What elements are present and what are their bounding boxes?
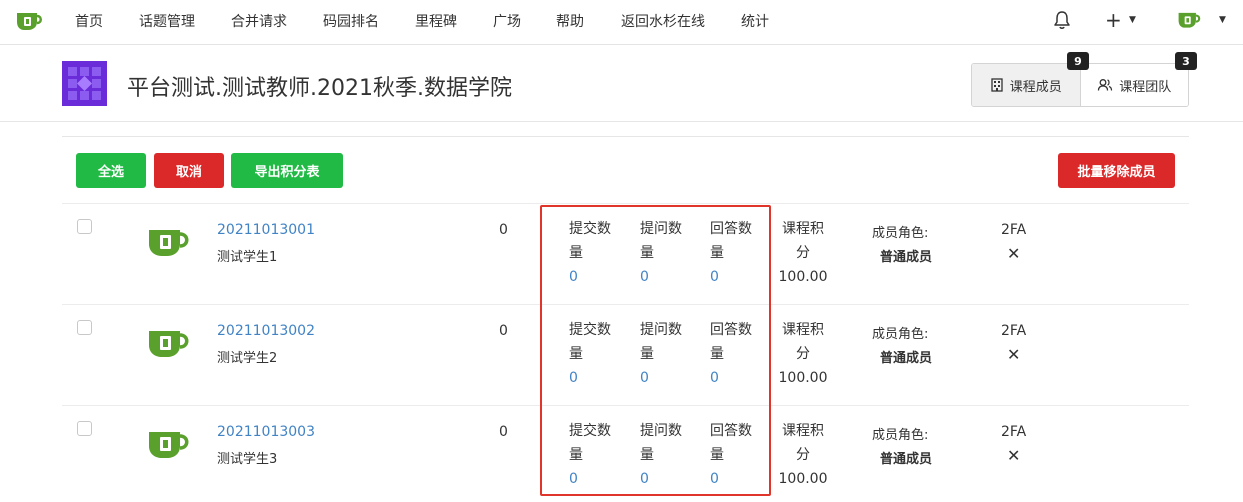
cancel-button[interactable]: 取消 — [154, 153, 224, 188]
row-divider — [62, 405, 1189, 406]
answer-count: 回答数量 0 — [710, 419, 760, 491]
member-role-label: 成员角色: — [872, 327, 929, 342]
row-divider — [62, 203, 1189, 204]
content-divider — [62, 136, 1189, 137]
question-count-label: 提问数量 — [640, 423, 682, 463]
x-icon: ✕ — [1007, 446, 1021, 465]
answer-count-label: 回答数量 — [710, 423, 752, 463]
question-count: 提问数量 0 — [640, 318, 690, 390]
member-name: 测试学生1 — [217, 250, 278, 265]
submit-count-label: 提交数量 — [569, 423, 611, 463]
member-checkbox[interactable] — [77, 421, 92, 436]
submit-count-value[interactable]: 0 — [569, 366, 619, 390]
question-count-label: 提问数量 — [640, 221, 682, 261]
member-checkbox[interactable] — [77, 320, 92, 335]
twofa-label: 2FA — [1001, 222, 1027, 238]
member-avatar — [149, 432, 189, 458]
answer-count-label: 回答数量 — [710, 322, 752, 362]
question-count-value[interactable]: 0 — [640, 265, 690, 289]
nav-home[interactable]: 首页 — [75, 11, 103, 31]
submit-count-label: 提交数量 — [569, 221, 611, 261]
answer-count-value[interactable]: 0 — [710, 265, 760, 289]
member-avatar — [149, 230, 189, 256]
nav-back-to-shuishan[interactable]: 返回水杉在线 — [621, 11, 705, 31]
course-score-value: 100.00 — [778, 269, 828, 285]
member-count-value: 0 — [499, 222, 508, 238]
answer-count-value[interactable]: 0 — [710, 366, 760, 390]
row-divider — [62, 304, 1189, 305]
course-score: 课程积分 100.00 — [777, 419, 829, 491]
export-scores-button[interactable]: 导出积分表 — [231, 153, 343, 188]
member-count-value: 0 — [499, 424, 508, 440]
bell-icon[interactable] — [1053, 10, 1071, 30]
nav-merge-requests[interactable]: 合并请求 — [231, 11, 287, 31]
member-name: 测试学生2 — [217, 351, 278, 366]
nav-ranking[interactable]: 码园排名 — [323, 11, 379, 31]
course-icon — [62, 61, 107, 106]
answer-count-value[interactable]: 0 — [710, 467, 760, 491]
member-name: 测试学生3 — [217, 452, 278, 467]
member-role-label: 成员角色: — [872, 428, 929, 443]
building-icon — [991, 78, 1003, 92]
twofa-label: 2FA — [1001, 323, 1027, 339]
course-score: 课程积分 100.00 — [777, 318, 829, 390]
member-count-value: 0 — [499, 323, 508, 339]
member-role-label: 成员角色: — [872, 226, 929, 241]
nav-help[interactable]: 帮助 — [556, 11, 584, 31]
twofa-label: 2FA — [1001, 424, 1027, 440]
course-score-value: 100.00 — [778, 370, 828, 386]
tab-course-members-label: 课程成员 — [1009, 79, 1062, 95]
question-count: 提问数量 0 — [640, 217, 690, 289]
team-count-badge: 3 — [1175, 52, 1197, 70]
answer-count: 回答数量 0 — [710, 217, 760, 289]
teacup-logo-icon[interactable] — [14, 8, 44, 32]
top-navbar: 首页 话题管理 合并请求 码园排名 里程碑 广场 帮助 返回水杉在线 统计 + … — [0, 0, 1243, 45]
submit-count: 提交数量 0 — [569, 419, 619, 491]
header-divider — [0, 121, 1243, 122]
member-id-link[interactable]: 20211013002 — [217, 323, 315, 339]
page-title: 平台测试.测试教师.2021秋季.数据学院 — [127, 76, 512, 101]
submit-count-value[interactable]: 0 — [569, 265, 619, 289]
submit-count-label: 提交数量 — [569, 322, 611, 362]
member-role-value[interactable]: 普通成员 — [880, 347, 932, 366]
tab-course-team[interactable]: 课程团队 — [1080, 64, 1188, 106]
course-score-label: 课程积分 — [782, 221, 824, 261]
question-count-label: 提问数量 — [640, 322, 682, 362]
members-count-badge: 9 — [1067, 52, 1089, 70]
answer-count: 回答数量 0 — [710, 318, 760, 390]
x-icon: ✕ — [1007, 244, 1021, 263]
member-checkbox[interactable] — [77, 219, 92, 234]
create-dropdown-chevron-icon[interactable]: ▼ — [1129, 15, 1136, 25]
submit-count: 提交数量 0 — [569, 217, 619, 289]
plus-icon[interactable]: + — [1105, 8, 1122, 32]
user-avatar[interactable] — [1176, 8, 1202, 30]
nav-topics[interactable]: 话题管理 — [139, 11, 195, 31]
member-role-value[interactable]: 普通成员 — [880, 246, 932, 265]
submit-count-value[interactable]: 0 — [569, 467, 619, 491]
question-count: 提问数量 0 — [640, 419, 690, 491]
member-avatar — [149, 331, 189, 357]
course-score-value: 100.00 — [778, 471, 828, 487]
member-role-value[interactable]: 普通成员 — [880, 448, 932, 467]
member-id-link[interactable]: 20211013003 — [217, 424, 315, 440]
batch-remove-members-button[interactable]: 批量移除成员 — [1058, 153, 1175, 188]
nav-statistics[interactable]: 统计 — [741, 11, 769, 31]
nav-milestones[interactable]: 里程碑 — [415, 11, 457, 31]
submit-count: 提交数量 0 — [569, 318, 619, 390]
course-score: 课程积分 100.00 — [777, 217, 829, 289]
course-score-label: 课程积分 — [782, 322, 824, 362]
users-icon — [1098, 79, 1113, 91]
nav-square[interactable]: 广场 — [493, 11, 521, 31]
course-score-label: 课程积分 — [782, 423, 824, 463]
question-count-value[interactable]: 0 — [640, 467, 690, 491]
question-count-value[interactable]: 0 — [640, 366, 690, 390]
user-menu-chevron-icon[interactable]: ▼ — [1219, 15, 1226, 25]
member-id-link[interactable]: 20211013001 — [217, 222, 315, 238]
tab-course-team-label: 课程团队 — [1119, 79, 1172, 95]
answer-count-label: 回答数量 — [710, 221, 752, 261]
x-icon: ✕ — [1007, 345, 1021, 364]
select-all-button[interactable]: 全选 — [76, 153, 146, 188]
tab-course-members[interactable]: 课程成员 — [972, 64, 1081, 106]
